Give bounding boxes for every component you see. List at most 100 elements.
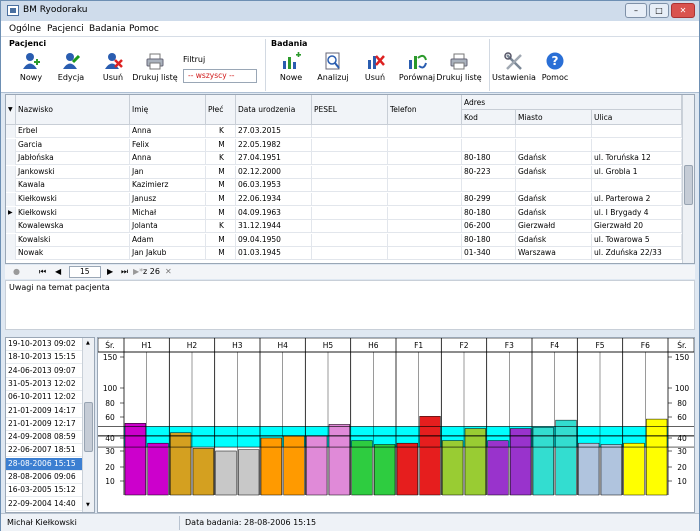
cell-pesel[interactable]	[312, 193, 388, 206]
exam-date-item[interactable]: 28-08-2006 09:06	[6, 471, 84, 484]
compare-button[interactable]: Porównaj	[397, 52, 437, 90]
cell-street[interactable]: ul. Grobla 1	[592, 165, 682, 179]
cell-dob[interactable]: 27.04.1951	[236, 152, 312, 166]
column-header-sex[interactable]: Płeć	[206, 95, 236, 125]
print-exam-list-button[interactable]: Drukuj listę	[436, 52, 482, 90]
help-button[interactable]: ? Pomoc	[535, 52, 575, 90]
row-indicator[interactable]	[6, 233, 16, 247]
cell-city[interactable]	[516, 125, 592, 138]
cell-sex[interactable]: M	[206, 138, 236, 152]
cell-phone[interactable]	[388, 179, 462, 193]
print-list-button[interactable]: Drukuj listę	[132, 52, 178, 90]
last-record-button[interactable]: ⏭	[121, 267, 128, 277]
cell-city[interactable]: Gdańsk	[516, 152, 592, 166]
cell-pesel[interactable]	[312, 138, 388, 152]
cell-city[interactable]	[516, 138, 592, 152]
cell-name[interactable]: Jolanta	[130, 220, 206, 234]
menu-patients[interactable]: Pacjenci	[47, 24, 84, 34]
cell-postal[interactable]: 80-223	[462, 165, 516, 179]
column-header-surname[interactable]: Nazwisko	[16, 95, 130, 125]
cell-phone[interactable]	[388, 206, 462, 220]
exam-date-item[interactable]: 21-01-2009 14:17	[6, 405, 84, 418]
cell-name[interactable]: Felix	[130, 138, 206, 152]
cell-postal[interactable]: 80-299	[462, 193, 516, 206]
table-row[interactable]: Garcia Felix M 22.05.1982	[6, 138, 682, 152]
column-header-postal[interactable]: Kod	[462, 110, 516, 125]
analyze-button[interactable]: Analizuj	[313, 52, 353, 90]
cell-sex[interactable]: K	[206, 125, 236, 138]
exam-date-item[interactable]: 18-10-2013 15:15	[6, 351, 84, 365]
cell-postal[interactable]: 06-200	[462, 220, 516, 234]
cell-dob[interactable]: 22.05.1982	[236, 138, 312, 152]
new-exam-button[interactable]: Nowe	[271, 52, 311, 90]
cell-surname[interactable]: Kawala	[16, 179, 130, 193]
filter-select[interactable]: -- wszyscy --	[183, 69, 257, 83]
cell-surname[interactable]: Kowalski	[16, 233, 130, 247]
exam-date-item[interactable]: 24-06-2013 09:07	[6, 365, 84, 378]
cell-pesel[interactable]	[312, 220, 388, 234]
row-indicator[interactable]	[6, 220, 16, 234]
table-row[interactable]: ▶ Kiełkowski Michał M 04.09.1963 80-180 Gdańsk…	[6, 206, 682, 220]
cell-postal[interactable]: 80-180	[462, 233, 516, 247]
table-row[interactable]: Kiełkowski Janusz M 22.06.1934 80-299 Gdańsk u…	[6, 193, 682, 206]
cell-city[interactable]: Gdańsk	[516, 233, 592, 247]
grid-scroll-thumb[interactable]	[684, 165, 693, 205]
patient-notes[interactable]: Uwagi na temat pacjenta	[5, 280, 695, 330]
exam-date-item[interactable]: 19-10-2013 09:02	[6, 338, 84, 351]
cell-postal[interactable]: 01-340	[462, 247, 516, 261]
cell-dob[interactable]: 02.12.2000	[236, 165, 312, 179]
edit-patient-button[interactable]: Edycja	[51, 52, 91, 90]
cell-name[interactable]: Anna	[130, 125, 206, 138]
cell-phone[interactable]	[388, 233, 462, 247]
cell-postal[interactable]: 80-180	[462, 152, 516, 166]
scroll-down-icon[interactable]: ▼	[86, 502, 90, 508]
exam-date-item[interactable]: 22-06-2007 18:51	[6, 444, 84, 458]
table-row[interactable]: Jabłońska Anna K 27.04.1951 80-180 Gdańsk ul. …	[6, 152, 682, 166]
cell-name[interactable]: Jan Jakub	[130, 247, 206, 261]
prev-record-button[interactable]: ◀	[55, 267, 61, 276]
menu-help[interactable]: Pomoc	[129, 24, 159, 34]
cell-sex[interactable]: K	[206, 152, 236, 166]
page-input[interactable]: 15	[69, 266, 101, 278]
cell-dob[interactable]: 01.03.1945	[236, 247, 312, 261]
cell-postal[interactable]	[462, 125, 516, 138]
cell-pesel[interactable]	[312, 247, 388, 261]
cell-dob[interactable]: 22.06.1934	[236, 193, 312, 206]
maximize-button[interactable]: □	[649, 3, 669, 18]
cell-sex[interactable]: K	[206, 220, 236, 234]
table-row[interactable]: Kowalewska Jolanta K 31.12.1944 06-200 Gierzw…	[6, 220, 682, 234]
new-record-button[interactable]: ▶*	[133, 267, 143, 276]
table-row[interactable]: Jankowski Jan M 02.12.2000 80-223 Gdańsk ul. G…	[6, 165, 682, 179]
cell-street[interactable]	[592, 179, 682, 193]
cell-phone[interactable]	[388, 152, 462, 166]
column-header-dob[interactable]: Data urodzenia	[236, 95, 312, 125]
cell-phone[interactable]	[388, 193, 462, 206]
cell-street[interactable]: ul. I Brygady 4	[592, 206, 682, 220]
cell-street[interactable]: ul. Toruńska 12	[592, 152, 682, 166]
table-row[interactable]: Nowak Jan Jakub M 01.03.1945 01-340 Warszawa u…	[6, 247, 682, 261]
cell-city[interactable]: Gdańsk	[516, 206, 592, 220]
dates-scrollbar[interactable]: ▲ ▼	[82, 338, 94, 512]
cell-surname[interactable]: Garcia	[16, 138, 130, 152]
cell-surname[interactable]: Nowak	[16, 247, 130, 261]
cell-surname[interactable]: Erbel	[16, 125, 130, 138]
cell-surname[interactable]: Kiełkowski	[16, 193, 130, 206]
cell-postal[interactable]	[462, 138, 516, 152]
exam-date-item[interactable]: 31-05-2013 12:02	[6, 378, 84, 391]
row-indicator[interactable]	[6, 247, 16, 261]
row-indicator[interactable]	[6, 125, 16, 138]
cancel-filter-icon[interactable]: ✕	[165, 267, 172, 276]
row-indicator[interactable]	[6, 152, 16, 166]
cell-pesel[interactable]	[312, 165, 388, 179]
scroll-up-icon[interactable]: ▲	[86, 340, 90, 346]
row-indicator[interactable]	[6, 138, 16, 152]
column-header-name[interactable]: Imię	[130, 95, 206, 125]
cell-surname[interactable]: Jabłońska	[16, 152, 130, 166]
cell-surname[interactable]: Kowalewska	[16, 220, 130, 234]
cell-name[interactable]: Anna	[130, 152, 206, 166]
settings-button[interactable]: Ustawienia	[492, 52, 536, 90]
cell-city[interactable]	[516, 179, 592, 193]
menu-exams[interactable]: Badania	[89, 24, 126, 34]
dates-scroll-thumb[interactable]	[84, 402, 93, 452]
close-button[interactable]: ✕	[671, 3, 695, 18]
